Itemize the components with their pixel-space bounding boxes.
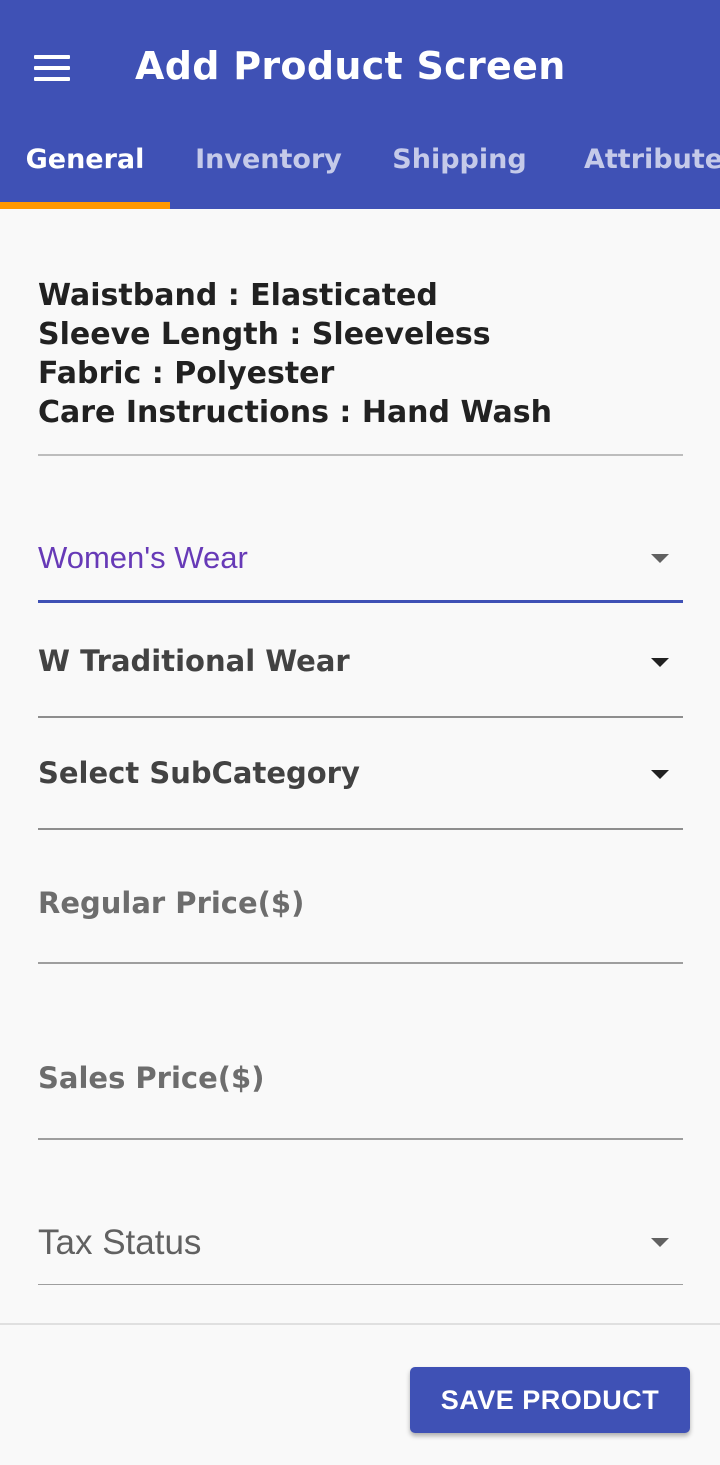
save-product-button[interactable]: SAVE PRODUCT bbox=[410, 1367, 690, 1433]
tab-shipping[interactable]: Shipping bbox=[367, 122, 552, 209]
hamburger-menu-icon[interactable] bbox=[34, 55, 72, 81]
type-underline bbox=[38, 716, 683, 718]
tab-bar: General Inventory Shipping Attributes bbox=[0, 122, 720, 209]
dropdown-arrow-icon bbox=[651, 658, 669, 667]
attribute-waistband: Waistband : Elasticated bbox=[38, 278, 438, 313]
subcategory-underline bbox=[38, 828, 683, 830]
subcategory-dropdown[interactable]: Select SubCategory bbox=[38, 742, 683, 832]
attribute-care-instructions: Care Instructions : Hand Wash bbox=[38, 395, 552, 430]
attributes-summary: Waistband : Elasticated Sleeve Length : … bbox=[38, 276, 683, 432]
regular-price-input[interactable]: Regular Price($) bbox=[38, 870, 683, 966]
sales-price-underline bbox=[38, 1138, 683, 1140]
sales-price-placeholder: Sales Price($) bbox=[38, 1061, 265, 1095]
attributes-divider bbox=[38, 454, 683, 456]
tax-status-underline bbox=[38, 1284, 683, 1285]
sales-price-input[interactable]: Sales Price($) bbox=[38, 1045, 683, 1141]
tax-status-dropdown[interactable]: Tax Status bbox=[38, 1205, 683, 1287]
regular-price-placeholder: Regular Price($) bbox=[38, 886, 305, 920]
category-dropdown[interactable]: Women's Wear bbox=[38, 520, 683, 606]
category-underline bbox=[38, 600, 683, 603]
tab-general[interactable]: General bbox=[0, 122, 170, 209]
dropdown-arrow-icon bbox=[651, 770, 669, 779]
dropdown-arrow-icon bbox=[651, 554, 669, 563]
attribute-sleeve-length: Sleeve Length : Sleeveless bbox=[38, 317, 491, 352]
footer-divider bbox=[0, 1323, 720, 1325]
type-dropdown[interactable]: W Traditional Wear bbox=[38, 630, 683, 720]
tab-attributes[interactable]: Attributes bbox=[552, 122, 720, 209]
tax-status-placeholder: Tax Status bbox=[38, 1223, 202, 1262]
dropdown-arrow-icon bbox=[651, 1238, 669, 1247]
tab-inventory[interactable]: Inventory bbox=[170, 122, 367, 209]
type-value: W Traditional Wear bbox=[38, 644, 350, 678]
category-value: Women's Wear bbox=[38, 540, 248, 575]
page-title: Add Product Screen bbox=[135, 44, 566, 88]
subcategory-value: Select SubCategory bbox=[38, 756, 360, 790]
attribute-fabric: Fabric : Polyester bbox=[38, 356, 335, 391]
app-bar: Add Product Screen General Inventory Shi… bbox=[0, 0, 720, 209]
regular-price-underline bbox=[38, 962, 683, 964]
